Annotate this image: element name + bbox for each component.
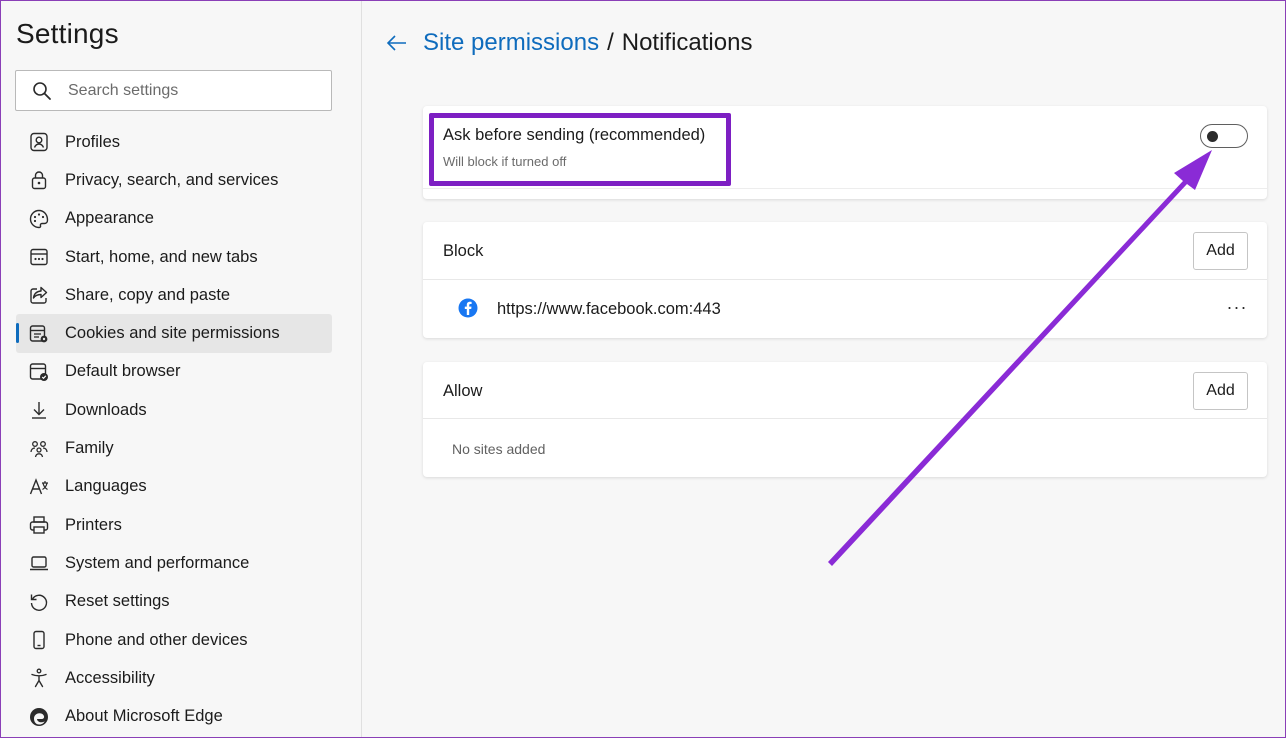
search-input[interactable] bbox=[68, 81, 318, 100]
sidebar-item-label: Accessibility bbox=[65, 668, 155, 687]
phone-icon bbox=[28, 629, 65, 651]
sidebar-item-appearance[interactable]: Appearance bbox=[16, 200, 332, 238]
sidebar-item-label: Phone and other devices bbox=[65, 630, 248, 649]
back-arrow-icon[interactable] bbox=[385, 28, 415, 58]
family-icon bbox=[28, 438, 65, 460]
search-icon bbox=[16, 81, 68, 101]
allow-section-title: Allow bbox=[443, 382, 483, 400]
reset-icon bbox=[28, 591, 65, 613]
allow-add-button[interactable]: Add bbox=[1193, 372, 1248, 410]
sidebar-item-label: Start, home, and new tabs bbox=[65, 247, 258, 266]
ask-before-sending-toggle[interactable] bbox=[1200, 124, 1248, 148]
blocked-site-url: https://www.facebook.com:443 bbox=[497, 300, 721, 318]
browser-icon bbox=[28, 361, 65, 383]
toggle-knob bbox=[1207, 131, 1218, 142]
sidebar-item-profiles[interactable]: Profiles bbox=[16, 123, 332, 161]
sidebar-item-phone[interactable]: Phone and other devices bbox=[16, 621, 332, 659]
cookies-icon bbox=[28, 323, 65, 345]
palette-icon bbox=[28, 208, 65, 230]
sidebar-item-share[interactable]: Share, copy and paste bbox=[16, 276, 332, 314]
sidebar-item-label: Cookies and site permissions bbox=[65, 324, 280, 343]
ask-before-sending-description: Will block if turned off bbox=[443, 154, 567, 169]
sidebar-title: Settings bbox=[16, 18, 119, 49]
sidebar-item-printers[interactable]: Printers bbox=[16, 506, 332, 544]
printer-icon bbox=[28, 514, 65, 536]
sidebar-item-label: Profiles bbox=[65, 132, 121, 151]
search-box[interactable] bbox=[15, 70, 332, 111]
breadcrumb: Site permissions / Notifications bbox=[385, 28, 752, 58]
sidebar-item-label: Default browser bbox=[65, 362, 181, 381]
lock-icon bbox=[28, 169, 65, 191]
sidebar-item-label: System and performance bbox=[65, 553, 250, 572]
download-icon bbox=[28, 399, 65, 421]
sidebar-item-label: Downloads bbox=[65, 400, 147, 419]
more-options-button[interactable]: ··· bbox=[1224, 296, 1250, 318]
page-title: Notifications bbox=[621, 29, 753, 56]
sidebar-item-about[interactable]: About Microsoft Edge bbox=[16, 697, 332, 735]
sidebar-item-reset[interactable]: Reset settings bbox=[16, 583, 332, 621]
sidebar-item-downloads[interactable]: Downloads bbox=[16, 391, 332, 429]
languages-icon bbox=[28, 476, 65, 498]
sidebar-item-label: Reset settings bbox=[65, 592, 170, 611]
accessibility-icon bbox=[28, 667, 65, 689]
profile-icon bbox=[28, 131, 65, 153]
sidebar-item-label: Privacy, search, and services bbox=[65, 170, 279, 189]
home-tabs-icon bbox=[28, 246, 65, 268]
sidebar-item-accessibility[interactable]: Accessibility bbox=[16, 659, 332, 697]
section-divider bbox=[423, 418, 1267, 419]
ask-before-sending-label: Ask before sending (recommended) bbox=[443, 126, 706, 144]
ask-before-sending-card: Ask before sending (recommended) Will bl… bbox=[423, 106, 1267, 199]
sidebar-item-label: Printers bbox=[65, 515, 122, 534]
sidebar-item-label: Appearance bbox=[65, 209, 154, 228]
blocked-site-row: https://www.facebook.com:443 ··· bbox=[423, 280, 1267, 338]
sidebar-item-label: About Microsoft Edge bbox=[65, 707, 223, 726]
sidebar-item-family[interactable]: Family bbox=[16, 429, 332, 467]
sidebar-item-label: Languages bbox=[65, 477, 147, 496]
main-content: Site permissions / Notifications Ask bef… bbox=[363, 0, 1286, 738]
sidebar-item-default-browser[interactable]: Default browser bbox=[16, 353, 332, 391]
sidebar-item-label: Share, copy and paste bbox=[65, 285, 231, 304]
allow-section: Allow Add No sites added bbox=[423, 362, 1267, 477]
sidebar-nav: Profiles Privacy, search, and services A… bbox=[16, 123, 332, 736]
block-add-button[interactable]: Add bbox=[1193, 232, 1248, 270]
card-divider bbox=[423, 188, 1267, 189]
share-icon bbox=[28, 284, 65, 306]
block-section: Block Add https://www.facebook.com:443 ·… bbox=[423, 222, 1267, 338]
settings-sidebar: Settings Profiles Privacy, search, and s… bbox=[0, 0, 362, 738]
sidebar-item-start-home[interactable]: Start, home, and new tabs bbox=[16, 238, 332, 276]
breadcrumb-site-permissions[interactable]: Site permissions bbox=[423, 29, 599, 57]
edge-logo-icon bbox=[28, 706, 65, 728]
sidebar-item-cookies[interactable]: Cookies and site permissions bbox=[16, 314, 332, 353]
facebook-icon bbox=[458, 298, 478, 318]
breadcrumb-separator: / bbox=[607, 29, 614, 56]
laptop-icon bbox=[28, 552, 65, 574]
allow-empty-message: No sites added bbox=[452, 441, 546, 457]
sidebar-item-label: Family bbox=[65, 439, 114, 458]
sidebar-item-system[interactable]: System and performance bbox=[16, 544, 332, 582]
sidebar-item-privacy[interactable]: Privacy, search, and services bbox=[16, 161, 332, 199]
block-section-title: Block bbox=[443, 242, 484, 260]
sidebar-item-languages[interactable]: Languages bbox=[16, 468, 332, 506]
